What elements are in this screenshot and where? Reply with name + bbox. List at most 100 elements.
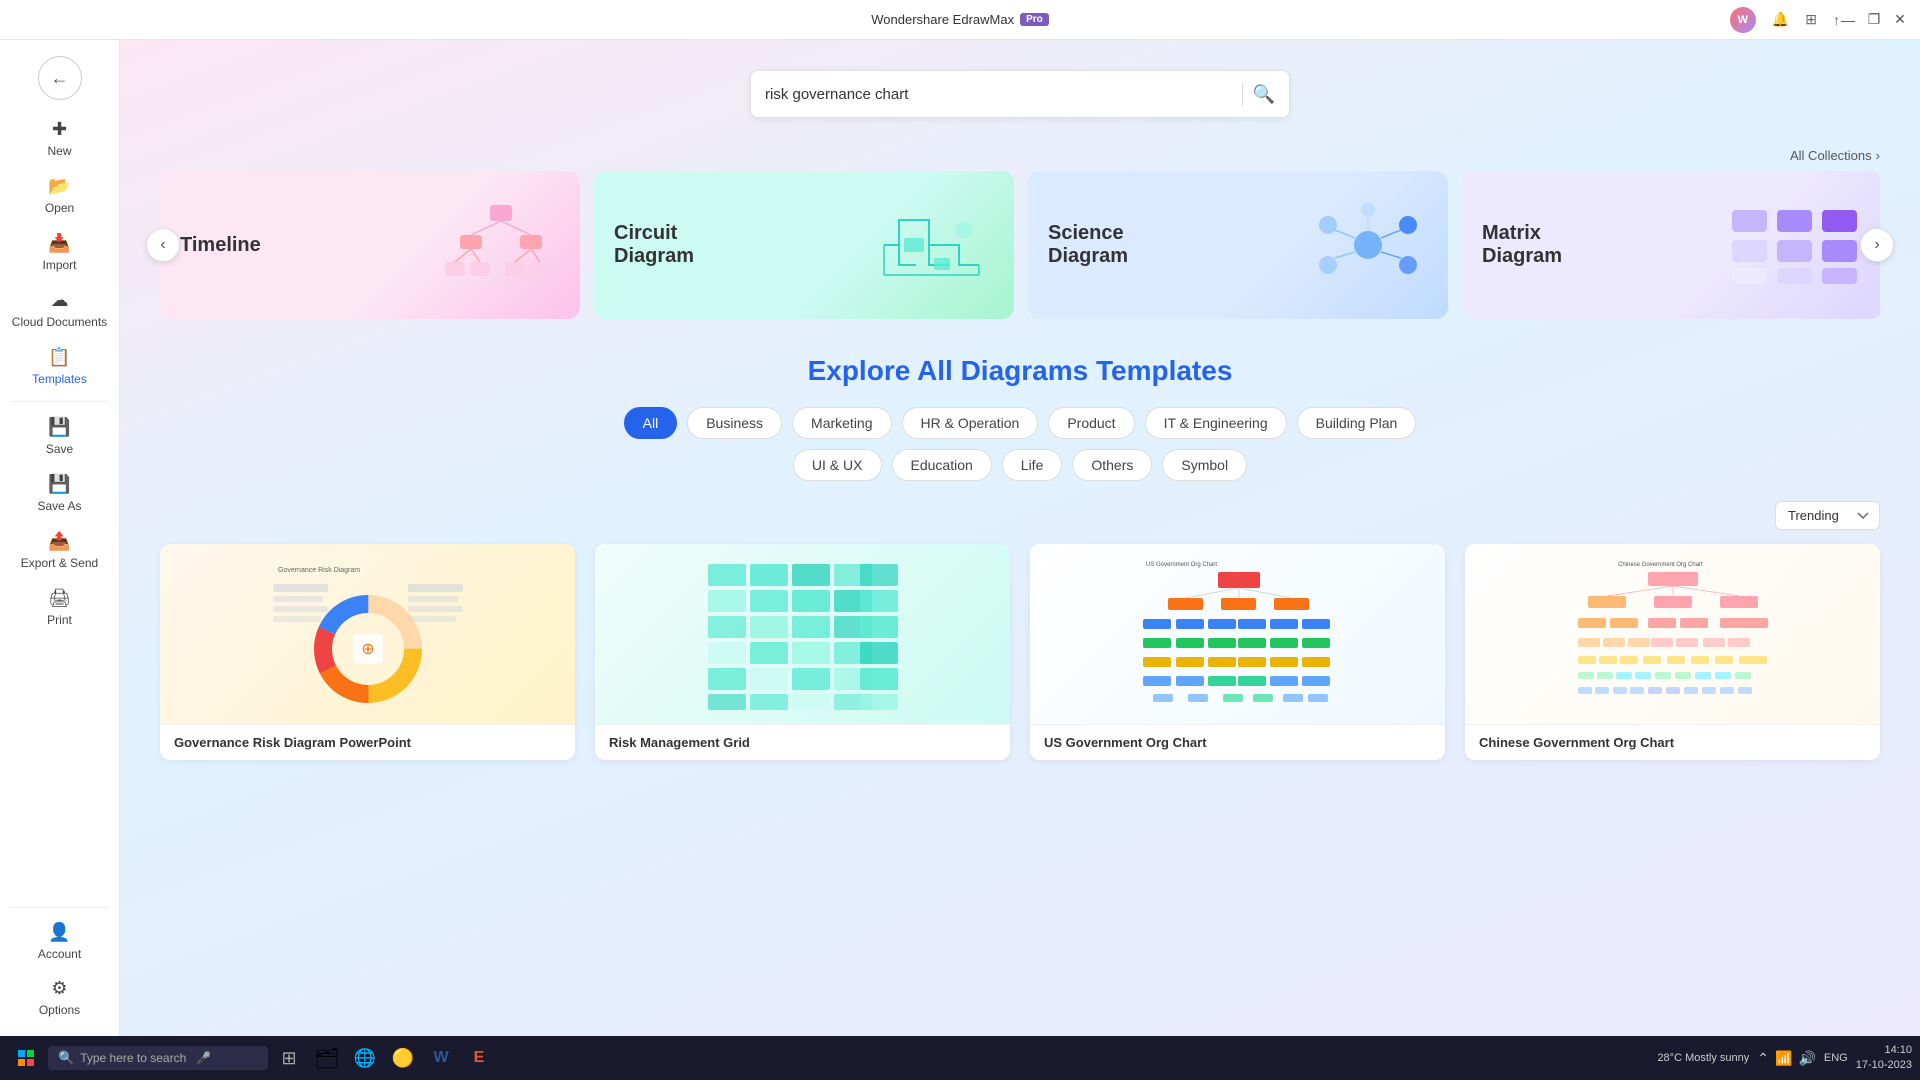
sidebar-item-export[interactable]: 📤 Export & Send [6,523,113,578]
sidebar-new-label: New [47,144,71,158]
filter-btn-life[interactable]: Life [1002,449,1063,481]
carousel-label-timeline: Timeline [180,234,261,257]
taskbar-search-box[interactable]: 🔍 Type here to search 🎤 [48,1046,268,1070]
saveas-icon: 💾 [48,474,70,495]
explore-title: Explore All Diagrams Templates [160,355,1880,387]
new-icon: ✚ [52,119,67,140]
sort-select[interactable]: Trending Newest Most Used [1775,501,1880,530]
close-button[interactable]: ✕ [1892,12,1908,28]
notification-icon[interactable]: 🔔 [1772,11,1789,28]
template-img-china-gov: Chinese Government Org Chart [1465,544,1880,724]
app-body: ← ✚ New 📂 Open 📥 Import ☁ Cloud Document… [0,40,1920,1036]
import-icon: 📥 [48,233,70,254]
filter-btn-all[interactable]: All [624,407,678,439]
carousel-card-science[interactable]: Science Diagram [1028,171,1448,319]
filter-btn-marketing[interactable]: Marketing [792,407,891,439]
sidebar-item-save[interactable]: 💾 Save [6,409,113,464]
sidebar-item-templates[interactable]: 📋 Templates [6,339,113,394]
sidebar-item-cloud[interactable]: ☁ Cloud Documents [6,282,113,337]
taskbar-wifi[interactable]: 📶 [1775,1050,1792,1067]
filter-btn-hr[interactable]: HR & Operation [902,407,1039,439]
sidebar-templates-label: Templates [32,372,87,386]
carousel-label-circuit: Circuit Diagram [614,222,704,268]
taskbar-word[interactable]: W [424,1041,458,1075]
template-card-china-gov[interactable]: Chinese Government Org Chart [1465,544,1880,760]
taskbar-time-value: 14:10 [1856,1043,1912,1058]
sidebar-item-import[interactable]: 📥 Import [6,225,113,280]
filter-btn-product[interactable]: Product [1048,407,1134,439]
taskbar-cortana-icon: 🎤 [196,1051,211,1065]
filter-row1: All Business Marketing HR & Operation Pr… [160,407,1880,439]
carousel-label-matrix: Matrix Diagram [1482,222,1572,268]
account-icon: 👤 [48,922,70,943]
svg-text:⊕: ⊕ [361,641,374,658]
carousel-card-timeline[interactable]: Timeline [160,171,580,319]
sidebar-bottom: 👤 Account ⚙ Options [0,901,119,1026]
sidebar-divider2 [10,907,109,908]
template-img-teal: teal grid [595,544,1010,724]
filter-btn-education[interactable]: Education [892,449,992,481]
template-card-governance[interactable]: Governance Risk Diagram ⊕ [160,544,575,760]
template-card-teal[interactable]: teal grid [595,544,1010,760]
taskbar-chrome[interactable]: 🟡 [386,1041,420,1075]
pro-badge: Pro [1020,13,1049,26]
taskbar-edge[interactable]: 🌐 [348,1041,382,1075]
filter-btn-ui[interactable]: UI & UX [793,449,882,481]
share-icon[interactable]: ↑ [1833,12,1840,28]
carousel-card-matrix[interactable]: Matrix Diagram [1462,171,1880,319]
sidebar-item-print[interactable]: 🖨 Print [6,580,113,635]
template-img-us-gov: US Government Org Chart [1030,544,1445,724]
sidebar-divider1 [10,401,109,402]
search-input[interactable] [765,86,1232,103]
carousel-card-circuit[interactable]: Circuit Diagram [594,171,1014,319]
filter-btn-business[interactable]: Business [687,407,782,439]
template-card-us-gov[interactable]: US Government Org Chart [1030,544,1445,760]
taskbar-up-arrow[interactable]: ⌃ [1757,1050,1769,1067]
taskbar-taskview[interactable]: ⊞ [272,1041,306,1075]
sidebar-import-label: Import [42,258,76,272]
carousel-img-matrix [1588,200,1862,290]
carousel-next-button[interactable]: › [1860,228,1894,262]
sidebar-item-open[interactable]: 📂 Open [6,168,113,223]
main-content: 🔍 All Collections › ‹ Timeline [120,40,1920,1036]
carousel-img-circuit [720,200,994,290]
avatar[interactable]: W [1730,7,1756,33]
filter-btn-building[interactable]: Building Plan [1297,407,1417,439]
search-container: 🔍 [160,70,1880,118]
sidebar-item-new[interactable]: ✚ New [6,111,113,166]
taskbar-volume[interactable]: 🔊 [1798,1050,1815,1067]
carousel-img-science [1154,200,1428,290]
filter-btn-others[interactable]: Others [1072,449,1152,481]
search-button[interactable]: 🔍 [1253,84,1275,105]
grid-icon[interactable]: ⊞ [1805,11,1817,28]
sort-row: Trending Newest Most Used [160,501,1880,530]
sidebar-item-options[interactable]: ⚙ Options [6,970,113,1025]
cloud-icon: ☁ [51,290,69,311]
carousel-prev-button[interactable]: ‹ [146,228,180,262]
all-collections-link[interactable]: All Collections › [1790,148,1880,163]
app-title-area: Wondershare EdrawMax Pro [871,12,1049,27]
taskbar-explorer[interactable]: 🗂 [310,1041,344,1075]
taskbar-edrawmax[interactable]: E [462,1041,496,1075]
sidebar: ← ✚ New 📂 Open 📥 Import ☁ Cloud Document… [0,40,120,1036]
titlebar-action-icons: W 🔔 ⊞ ↑ [1730,7,1840,33]
sidebar-item-saveas[interactable]: 💾 Save As [6,466,113,521]
filter-btn-symbol[interactable]: Symbol [1162,449,1247,481]
filter-row2: UI & UX Education Life Others Symbol [160,449,1880,481]
restore-button[interactable]: ❐ [1866,12,1882,28]
search-box: 🔍 [750,70,1290,118]
sidebar-saveas-label: Save As [37,499,81,513]
options-icon: ⚙ [51,978,67,999]
taskbar-start-button[interactable] [8,1040,44,1076]
minimize-button[interactable]: — [1840,12,1856,28]
taskbar-search-label: Type here to search [80,1051,186,1065]
taskbar-datetime[interactable]: 14:10 17-10-2023 [1856,1043,1912,1074]
template-label-teal: Risk Management Grid [595,724,1010,760]
filter-btn-it[interactable]: IT & Engineering [1145,407,1287,439]
taskbar: 🔍 Type here to search 🎤 ⊞ 🗂 🌐 🟡 W E 28°C… [0,1036,1920,1080]
template-label-governance: Governance Risk Diagram PowerPoint [160,724,575,760]
carousel-img-timeline [277,200,560,290]
svg-text:Governance Risk Diagram: Governance Risk Diagram [278,567,360,574]
sidebar-item-account[interactable]: 👤 Account [6,914,113,969]
back-button[interactable]: ← [38,56,82,100]
